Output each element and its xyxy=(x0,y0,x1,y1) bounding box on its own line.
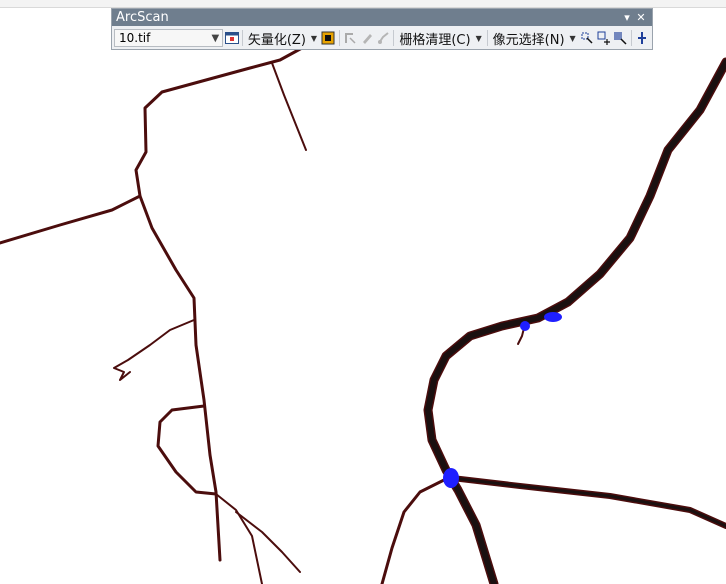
dropdown-caret-icon: ▼ xyxy=(569,33,576,43)
raster-map-canvas[interactable] xyxy=(0,0,726,584)
chevron-down-icon[interactable]: ▼ xyxy=(208,33,222,44)
dropdown-caret-icon: ▼ xyxy=(310,33,318,43)
pencil-icon xyxy=(358,29,375,47)
vectorization-menu[interactable]: 矢量化(Z) ▼ xyxy=(245,28,320,48)
selected-cell-small[interactable] xyxy=(520,321,530,331)
road-north-spur xyxy=(271,62,307,151)
raster-cleanup-menu-label: 栅格清理(C) xyxy=(399,32,471,48)
selected-cell-junction[interactable] xyxy=(443,468,459,488)
toolbar-separator xyxy=(393,30,395,46)
vectorization-trace-icon[interactable] xyxy=(320,29,337,47)
interactive-selection-target-icon[interactable] xyxy=(595,29,612,47)
raster-cleanup-menu[interactable]: 栅格清理(C) ▼ xyxy=(396,28,484,48)
raster-layer-value: 10.tif xyxy=(119,31,151,45)
toolbar-separator xyxy=(630,30,632,46)
cell-selection-erase-icon[interactable] xyxy=(612,29,629,47)
toolbar-title: ArcScan xyxy=(116,10,169,25)
road-east-branch-outline xyxy=(449,475,726,529)
road-southwest-spur xyxy=(235,511,301,573)
vectorization-menu-label: 矢量化(Z) xyxy=(247,32,306,48)
raster-painting-icon xyxy=(375,29,392,47)
toolbar-separator xyxy=(241,30,243,46)
toolbar-separator xyxy=(486,30,488,46)
selected-cell-elongated[interactable] xyxy=(544,312,562,322)
close-icon[interactable]: ✕ xyxy=(634,11,648,25)
toolbar-titlebar[interactable]: ArcScan ▾ ✕ xyxy=(112,9,652,26)
road-central-trunk xyxy=(138,194,222,562)
road-left-network xyxy=(0,46,304,245)
toolbar-options-icon[interactable]: ▾ xyxy=(620,11,634,25)
vector-preview-icon xyxy=(342,29,359,47)
raster-layer-dropdown[interactable]: 10.tif ▼ xyxy=(114,29,224,47)
toolbar-tool-row: 10.tif ▼ 矢量化(Z) ▼ 栅格清理(C) ▼ 像元选择(N) ▼ xyxy=(112,26,652,50)
raster-snapping-icon[interactable] xyxy=(633,29,650,47)
road-south-branch xyxy=(215,493,263,584)
raster-settings-icon[interactable] xyxy=(223,29,240,47)
road-west-spur xyxy=(113,319,195,381)
cell-selection-menu-label: 像元选择(N) xyxy=(492,32,565,48)
select-connected-cells-icon[interactable] xyxy=(579,29,596,47)
dropdown-caret-icon: ▼ xyxy=(475,33,482,43)
cell-selection-menu[interactable]: 像元选择(N) ▼ xyxy=(490,28,579,48)
road-southwest-from-junction xyxy=(380,476,450,584)
arcscan-toolbar[interactable]: ArcScan ▾ ✕ 10.tif ▼ 矢量化(Z) ▼ 栅格清理(C) ▼ … xyxy=(111,8,653,50)
toolbar-separator xyxy=(338,30,340,46)
